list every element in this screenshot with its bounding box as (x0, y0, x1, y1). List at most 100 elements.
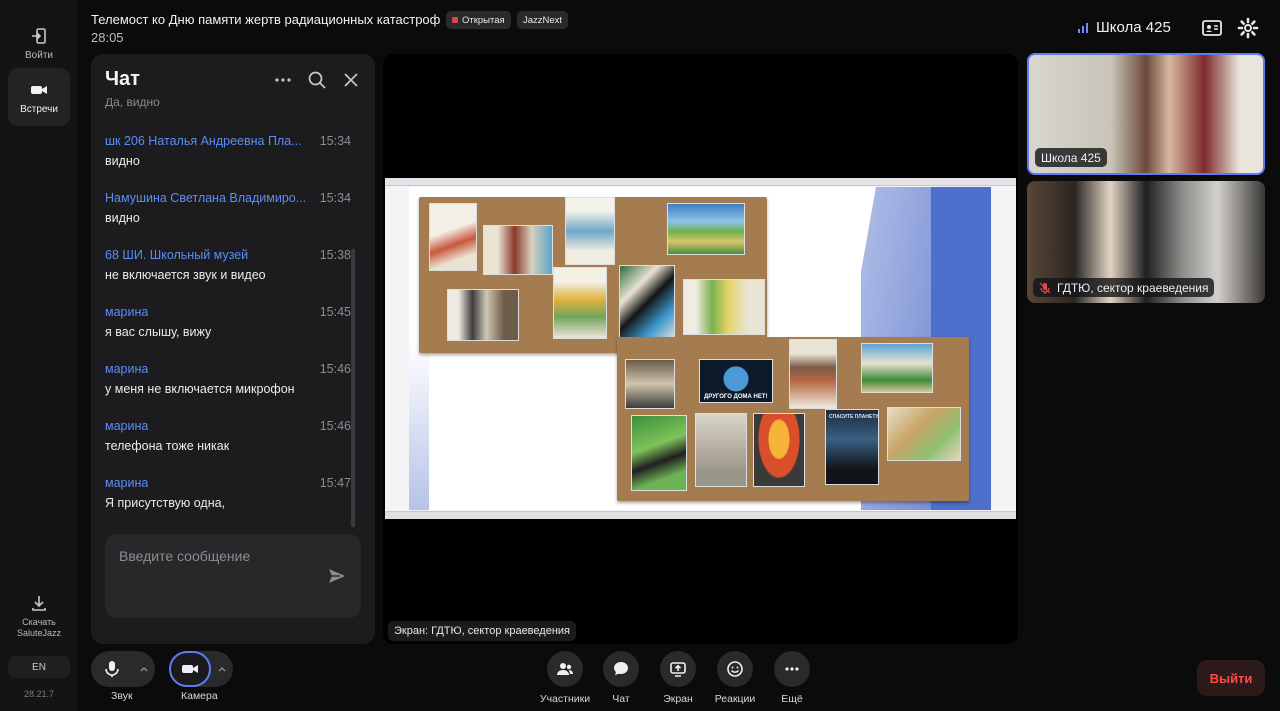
send-icon[interactable] (327, 566, 347, 586)
camera-options-button[interactable] (211, 651, 233, 687)
search-icon[interactable] (307, 70, 327, 90)
download-label: Скачать (22, 617, 56, 627)
slide-decoration (409, 340, 429, 510)
drawing (887, 407, 961, 461)
message-text: видно (105, 154, 140, 168)
message-text: у меня не включается микрофон (105, 382, 295, 396)
chat-message: марина 15:46 у меня не включается микрофон (105, 362, 351, 419)
reactions-label: Реакции (714, 693, 756, 705)
drawing (429, 203, 477, 271)
message-time: 15:34 (319, 134, 351, 148)
message-author[interactable]: Намушина Светлана Владимиро... (105, 191, 306, 205)
message-time: 15:38 (319, 248, 351, 262)
participant-name: ГДТЮ, сектор краеведения (1057, 280, 1209, 295)
message-author[interactable]: марина (105, 305, 148, 319)
leave-button[interactable]: Выйти (1197, 660, 1265, 696)
chat-scrollbar[interactable] (351, 249, 355, 527)
meeting-timer: 28:05 (91, 30, 124, 45)
microphone-button[interactable] (91, 651, 133, 687)
more-control[interactable]: Ещё (774, 651, 810, 705)
chevron-up-icon (218, 667, 226, 672)
message-author[interactable]: шк 206 Наталья Андреевна Пла... (105, 134, 302, 148)
meeting-title: Телемост ко Дню памяти жертв радиационны… (91, 12, 441, 27)
drawings-board: ДРУГОГО ДОМА НЕТ! СПАСИТЕ ПЛАНЕТУ (617, 337, 969, 501)
message-author[interactable]: марина (105, 419, 148, 433)
video-camera-icon (31, 85, 47, 94)
message-time: 15:46 (319, 419, 351, 433)
message-author[interactable]: марина (105, 362, 148, 376)
poster-caption: СПАСИТЕ ПЛАНЕТУ (829, 414, 879, 420)
camera-button[interactable] (169, 651, 211, 687)
reactions-button[interactable] (717, 651, 753, 687)
drawing (619, 265, 675, 341)
login-icon (32, 27, 46, 44)
presentation-slide: ДРУГОГО ДОМА НЕТ! СПАСИТЕ ПЛАНЕТУ (409, 187, 991, 510)
message-text: видно (105, 211, 140, 225)
drawing (631, 415, 687, 491)
download-app-label: SaluteJazz (16, 628, 62, 638)
close-icon[interactable] (341, 70, 361, 90)
download-icon (32, 596, 46, 611)
language-button[interactable]: EN (8, 656, 70, 678)
open-badge: Открытая (446, 11, 511, 29)
participant-tile[interactable]: Школа 425 (1027, 53, 1265, 175)
drawing (861, 343, 933, 393)
chat-message: марина 15:46 телефона тоже никак (105, 419, 351, 476)
screen-share-button[interactable] (660, 651, 696, 687)
sound-control (91, 651, 155, 687)
message-author[interactable]: 68 ШИ. Школьный музей (105, 248, 248, 262)
participants-control[interactable]: Участники (539, 651, 591, 705)
message-time: 15:46 (319, 362, 351, 376)
meetings-button[interactable]: Встречи (8, 68, 70, 126)
sound-label: Звук (111, 690, 133, 702)
drawing (789, 339, 837, 409)
participants-label: Участники (539, 693, 591, 705)
video-camera-icon (182, 665, 198, 673)
smiley-icon (727, 661, 743, 677)
screen-control[interactable]: Экран (660, 651, 696, 705)
chat-control[interactable]: Чат (603, 651, 639, 705)
left-rail: Войти Встречи Скачать SaluteJazz EN 28.2… (0, 0, 78, 711)
more-options-icon[interactable] (273, 70, 293, 90)
drawing (565, 197, 615, 265)
app-badge: JazzNext (517, 11, 569, 29)
screen-share-icon (670, 662, 686, 677)
participants-button[interactable] (547, 651, 583, 687)
sound-options-button[interactable] (133, 651, 155, 687)
more-label: Ещё (781, 693, 803, 705)
chat-panel: Чат Да, видно шк 206 Наталья Андреевна П… (91, 54, 375, 644)
participant-tile[interactable]: ГДТЮ, сектор краеведения (1027, 181, 1265, 303)
contact-card-icon[interactable] (1201, 17, 1223, 39)
chat-message: 68 ШИ. Школьный музей 15:38 не включается … (105, 248, 351, 305)
poster-caption: ДРУГОГО ДОМА НЕТ! (704, 394, 768, 400)
cutoff-message: Да, видно (105, 98, 160, 109)
chat-title: Чат (105, 68, 140, 90)
message-text: я вас слышу, вижу (105, 325, 212, 339)
screen-share-stage: ДРУГОГО ДОМА НЕТ! СПАСИТЕ ПЛАНЕТУ Экран:… (383, 54, 1018, 644)
drawing (553, 267, 607, 339)
room-name-label: Школа 425 (1096, 19, 1171, 36)
message-input[interactable] (119, 548, 319, 564)
message-text: не включается звук и видео (105, 268, 266, 282)
meetings-label: Встречи (20, 103, 58, 115)
camera-control (169, 651, 233, 687)
signal-icon (1078, 22, 1088, 33)
people-icon (557, 663, 573, 675)
message-time: 15:47 (319, 476, 351, 490)
chat-message: Намушина Светлана Владимиро... 15:34 видно (105, 191, 351, 248)
more-button[interactable] (774, 651, 810, 687)
drawing (483, 225, 553, 275)
download-button[interactable]: Скачать SaluteJazz (8, 592, 70, 640)
reactions-control[interactable]: Реакции (713, 651, 757, 705)
settings-gear-icon[interactable] (1237, 17, 1259, 39)
participant-name-label: ГДТЮ, сектор краеведения (1033, 278, 1215, 297)
chat-message: марина 15:45 я вас слышу, вижу (105, 305, 351, 362)
drawing (683, 279, 765, 335)
chat-button[interactable] (603, 651, 639, 687)
message-time: 15:34 (319, 191, 351, 205)
login-button[interactable]: Войти (8, 14, 70, 72)
screen-label: Экран (663, 693, 693, 705)
message-author[interactable]: марина (105, 476, 148, 490)
open-badge-label: Открытая (462, 14, 505, 26)
window-statusbar (385, 511, 1016, 519)
